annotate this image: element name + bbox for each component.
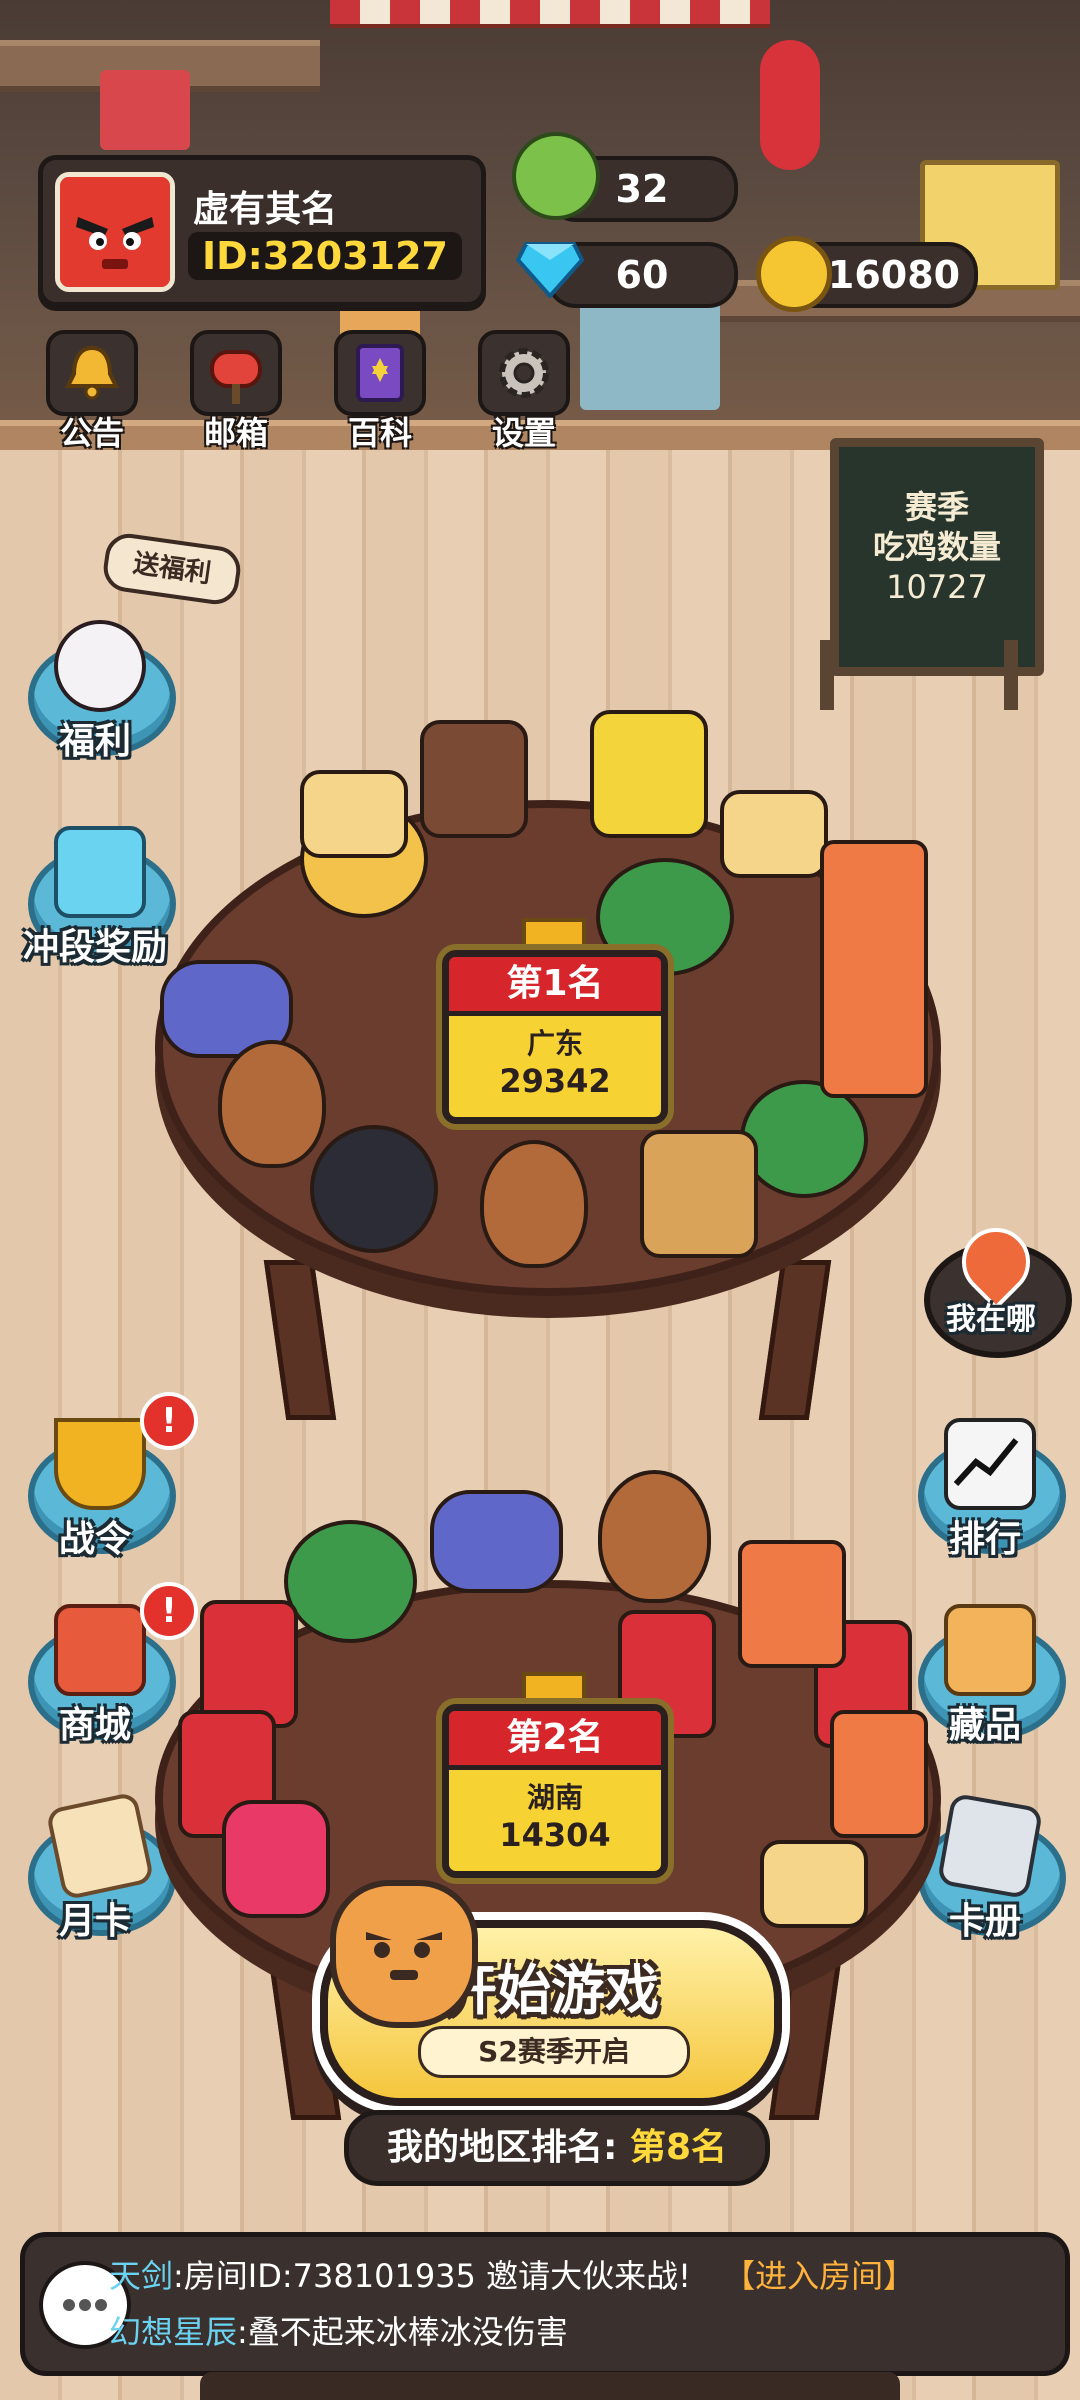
announcement-button[interactable]: 公告 <box>42 330 142 454</box>
mailbox-button[interactable]: 邮箱 <box>186 330 286 454</box>
leaderboard-label: 排行 <box>948 1519 1021 1560</box>
shop-label: 商城 <box>58 1705 131 1746</box>
encyclopedia-button[interactable]: 百科 <box>330 330 430 454</box>
pudding-character <box>720 790 828 878</box>
leaderboard-button[interactable]: 排行 <box>910 1418 1066 1568</box>
cone-character <box>598 1470 711 1603</box>
battle-pass-label: 战令 <box>58 1519 131 1560</box>
monthly-card-button[interactable]: 月卡 <box>20 1791 176 1950</box>
card-album-icon <box>936 1792 1044 1900</box>
rank-reward-button[interactable]: 冲段奖励 <box>20 826 176 976</box>
soda-can-character <box>200 1600 298 1728</box>
chart-icon <box>944 1418 1036 1510</box>
region-rank-label: 我的地区排名: <box>386 2127 618 2168</box>
gem-value: 60 <box>615 253 669 297</box>
mascot-icon <box>330 1880 478 2028</box>
macaron-character <box>430 1490 563 1593</box>
welfare-button[interactable]: 福利 <box>20 620 176 770</box>
rank-reward-label: 冲段奖励 <box>22 927 167 968</box>
player-id: ID:3203127 <box>188 232 462 280</box>
shop-machine-decor <box>100 70 190 150</box>
bell-icon <box>46 330 138 416</box>
noodle-character <box>640 1130 758 1258</box>
shop-goods-decor <box>580 290 720 410</box>
region-rank-value: 第8名 <box>629 2127 727 2168</box>
chalkboard-kills-label: 吃鸡数量 <box>872 528 1001 566</box>
rank-score: 29342 <box>499 1062 611 1100</box>
join-room-link[interactable]: 【进入房间】 <box>723 2257 915 2295</box>
gear-icon <box>478 330 570 416</box>
coin-icon <box>756 236 832 312</box>
avatar[interactable] <box>55 172 175 292</box>
chat-message: 幻想星辰:叠不起来冰棒冰没伤害 <box>109 2307 568 2353</box>
collection-button[interactable]: 藏品 <box>910 1604 1066 1754</box>
rank-region: 广东 <box>526 1027 583 1060</box>
encyclopedia-icon <box>334 330 426 416</box>
season-start-label: S2赛季开启 <box>418 2026 690 2078</box>
spicy-strip-character <box>820 840 928 1098</box>
rank-score: 14304 <box>499 1816 611 1854</box>
diamond-icon <box>515 238 585 300</box>
chocolate-character <box>420 720 528 838</box>
chat-user[interactable]: 幻想星辰 <box>109 2313 237 2351</box>
rank-title: 第2名 <box>449 1711 661 1770</box>
region-rank-bar[interactable]: 我的地区排名: 第8名 <box>344 2110 770 2186</box>
chalkboard-kills-value: 10727 <box>886 568 988 606</box>
chat-bar[interactable]: 天剑:房间ID:738101935 邀请大伙来战! 【进入房间】 幻想星辰:叠不… <box>20 2232 1070 2376</box>
player-card[interactable]: 虚有其名 ID:3203127 <box>38 155 486 307</box>
bottom-scenery <box>200 2372 900 2400</box>
pudding-character <box>760 1840 868 1928</box>
welfare-label: 福利 <box>58 721 131 762</box>
rank-card-1[interactable]: 第1名 广东 29342 <box>442 950 668 1124</box>
where-am-i-label: 我在哪 <box>946 1302 1036 1337</box>
settings-button[interactable]: 设置 <box>474 330 574 454</box>
notification-badge: ! <box>140 1392 198 1450</box>
rank-region: 湖南 <box>526 1781 583 1814</box>
monthly-card-icon <box>45 1791 155 1901</box>
chat-user[interactable]: 天剑 <box>109 2257 173 2295</box>
cabinet-icon <box>944 1604 1036 1696</box>
chat-text: :叠不起来冰棒冰没伤害 <box>237 2313 568 2351</box>
shop-awning <box>330 0 770 28</box>
watermelon-character <box>284 1520 417 1643</box>
cone-character <box>480 1140 588 1268</box>
chat-text: :房间ID:738101935 邀请大伙来战! <box>173 2257 691 2295</box>
chalkboard-season-label: 赛季 <box>904 488 969 526</box>
chalkboard-leg <box>820 640 834 710</box>
crown-character <box>590 710 708 838</box>
rank-card-2[interactable]: 第2名 湖南 14304 <box>442 1704 668 1878</box>
card-album-label: 卡册 <box>948 1901 1021 1942</box>
rank-title: 第1名 <box>449 957 661 1016</box>
spicy-strip-character <box>830 1710 928 1838</box>
jelly-character <box>222 1800 330 1918</box>
candied-haws-decor <box>760 40 820 170</box>
bunny-icon <box>54 620 146 712</box>
spicy-strip-character <box>738 1540 846 1668</box>
frog-energy-icon <box>512 132 600 220</box>
oreo-character <box>310 1125 438 1253</box>
mailbox-icon <box>190 330 282 416</box>
treasure-gift-icon <box>54 826 146 918</box>
shopping-basket-icon <box>54 1604 146 1696</box>
cone-character <box>218 1040 326 1168</box>
chalkboard-leg <box>1004 640 1018 710</box>
where-am-i-button[interactable]: 我在哪 <box>916 1213 1072 1372</box>
energy-value: 32 <box>615 167 669 211</box>
pudding-character <box>300 770 408 858</box>
monthly-card-label: 月卡 <box>58 1901 131 1942</box>
collection-label: 藏品 <box>948 1705 1021 1746</box>
player-name: 虚有其名 <box>193 189 338 230</box>
chat-message: 天剑:房间ID:738101935 邀请大伙来战! 【进入房间】 <box>109 2251 915 2297</box>
notification-badge: ! <box>140 1582 198 1640</box>
trophy-icon <box>54 1418 146 1510</box>
